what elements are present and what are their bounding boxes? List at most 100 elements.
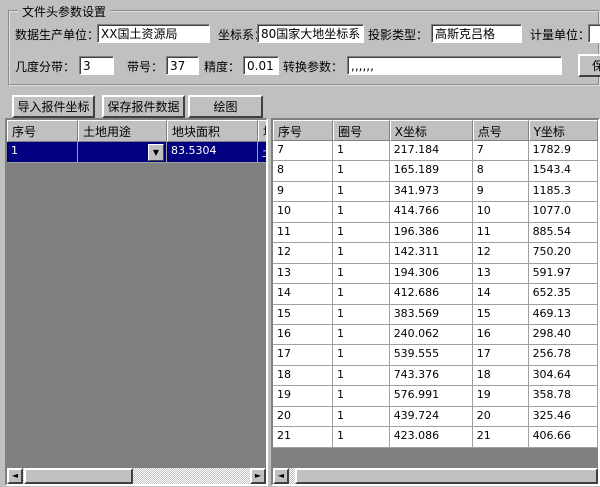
table-row[interactable]: 17 1 539.555 17 256.78 <box>273 345 598 366</box>
parcel-table-hscrollbar[interactable]: ◄ ► <box>7 468 266 484</box>
scrollbar-track[interactable] <box>133 468 250 484</box>
table-cell: 15 <box>472 304 529 325</box>
table-row[interactable]: 21 1 423.086 21 406.66 <box>273 427 598 448</box>
column-header: Y坐标 <box>528 120 598 141</box>
table-cell: 16 <box>472 324 529 346</box>
table-row[interactable]: 7 1 217.184 7 1782.9 <box>273 141 598 162</box>
table-cell: 1 <box>333 324 390 346</box>
scroll-left-button[interactable]: ◄ <box>7 468 23 484</box>
column-header: 地块面积 <box>167 120 258 142</box>
table-cell: 885.54 <box>528 222 598 244</box>
save-report-data-button[interactable]: 保存报件数据 <box>102 95 185 118</box>
arrow-left-icon: ◄ <box>277 471 285 480</box>
table-row[interactable]: 20 1 439.724 20 325.46 <box>273 406 598 428</box>
table-cell: 9 <box>273 181 334 203</box>
groupbox-title: 文件头参数设置 <box>18 3 111 20</box>
import-coordinates-button[interactable]: 导入报件坐标 <box>12 95 95 118</box>
table-cell: 1 <box>333 202 390 223</box>
zone-number-label: 带号： <box>127 60 164 74</box>
scrollbar-thumb[interactable] <box>295 468 598 484</box>
table-cell: 1077.0 <box>528 202 598 223</box>
table-cell: 406.66 <box>528 427 598 448</box>
table-cell: 14 <box>472 284 529 305</box>
table-cell: 1 <box>333 284 390 305</box>
table-row[interactable]: 14 1 412.686 14 652.35 <box>273 284 598 305</box>
table-row[interactable]: 13 1 194.306 13 591.97 <box>273 263 598 285</box>
table-cell: 142.311 <box>389 243 473 264</box>
column-header: 土地用途 <box>78 120 167 142</box>
table-cell: 11 <box>472 222 529 244</box>
table-cell: 412.686 <box>389 284 473 305</box>
table-cell: 256.78 <box>528 345 598 366</box>
table-row[interactable]: 18 1 743.376 18 304.64 <box>273 365 598 387</box>
zone-number-field[interactable] <box>166 56 199 75</box>
measure-unit-label: 计量单位： <box>530 28 591 42</box>
table-row[interactable]: 8 1 165.189 8 1543.4 <box>273 161 598 182</box>
scroll-right-button[interactable]: ► <box>250 468 266 484</box>
coordinates-table-header: 序号 圈号 X坐标 点号 Y坐标 <box>273 120 598 141</box>
coordinates-table-hscrollbar[interactable]: ◄ <box>273 468 598 484</box>
table-cell: 7 <box>472 141 529 162</box>
table-row[interactable]: 15 1 383.569 15 469.13 <box>273 304 598 325</box>
table-cell: 165.189 <box>389 161 473 182</box>
table-cell: 1782.9 <box>528 141 598 162</box>
table-row[interactable]: 11 1 196.386 11 885.54 <box>273 222 598 244</box>
table-cell: 10 <box>273 202 334 223</box>
scroll-left-button[interactable]: ◄ <box>273 468 289 484</box>
arrow-right-icon: ► <box>254 471 262 480</box>
table-cell: 1 <box>333 365 390 387</box>
projection-type-label: 投影类型： <box>368 28 429 42</box>
table-cell: 1 <box>333 304 390 325</box>
zone-width-field[interactable] <box>79 56 114 75</box>
table-cell: 304.64 <box>528 365 598 387</box>
zone-width-label: 几度分带： <box>15 60 76 74</box>
dropdown-button[interactable]: ▼ <box>148 143 164 161</box>
table-cell: 9 <box>472 181 529 203</box>
precision-label: 精度： <box>204 60 241 74</box>
table-cell: 20 <box>273 406 334 428</box>
table-cell: 18 <box>273 365 334 387</box>
projection-type-field[interactable] <box>431 24 522 43</box>
table-cell: 1 <box>333 427 390 448</box>
table-cell: 196.386 <box>389 222 473 244</box>
precision-field[interactable] <box>243 56 279 75</box>
table-cell: 10 <box>472 202 529 223</box>
transform-params-label: 转换参数： <box>283 60 344 74</box>
table-row[interactable]: 19 1 576.991 19 358.78 <box>273 386 598 407</box>
save-button-partial[interactable]: 保 <box>578 54 600 77</box>
table-cell: 217.184 <box>389 141 473 162</box>
scrollbar-thumb[interactable] <box>24 468 133 484</box>
table-cell: 750.20 <box>528 243 598 264</box>
table-cell: 591.97 <box>528 263 598 285</box>
table-cell: 14 <box>273 284 334 305</box>
table-cell: 576.991 <box>389 386 473 407</box>
table-cell: 1185.3 <box>528 181 598 203</box>
coordinates-table: 序号 圈号 X坐标 点号 Y坐标 7 1 217.184 7 1782.9 8 1 165.1… <box>271 118 600 486</box>
parcel-table: 序号 土地用途 地块面积 地 1 ▼ 83.5304 土 ◄ ► <box>5 118 268 486</box>
data-producer-label: 数据生产单位： <box>15 28 100 42</box>
table-cell: 240.062 <box>389 324 473 346</box>
table-cell: 194.306 <box>389 263 473 285</box>
table-cell: 1 <box>333 161 390 182</box>
parcel-table-header: 序号 土地用途 地块面积 地 <box>7 120 266 142</box>
chevron-down-icon: ▼ <box>152 147 160 157</box>
table-cell-partial: 土 <box>258 142 266 163</box>
table-cell: 1 <box>333 243 390 264</box>
table-cell: 21 <box>472 427 529 448</box>
measure-unit-field[interactable] <box>588 24 600 43</box>
table-cell: 13 <box>273 263 334 285</box>
column-header: 点号 <box>472 120 529 141</box>
table-row[interactable]: 10 1 414.766 10 1077.0 <box>273 202 598 223</box>
table-row-selected[interactable]: 1 ▼ 83.5304 土 <box>7 142 266 163</box>
table-row[interactable]: 9 1 341.973 9 1185.3 <box>273 181 598 203</box>
data-producer-field[interactable] <box>97 24 210 43</box>
table-cell: 21 <box>273 427 334 448</box>
table-row[interactable]: 12 1 142.311 12 750.20 <box>273 243 598 264</box>
coordinate-system-field[interactable] <box>257 24 364 43</box>
table-cell: 1 <box>333 386 390 407</box>
transform-params-field[interactable] <box>347 56 562 75</box>
draw-button[interactable]: 绘图 <box>188 95 263 118</box>
column-header: 圈号 <box>333 120 390 141</box>
table-cell: 18 <box>472 365 529 387</box>
table-row[interactable]: 16 1 240.062 16 298.40 <box>273 324 598 346</box>
